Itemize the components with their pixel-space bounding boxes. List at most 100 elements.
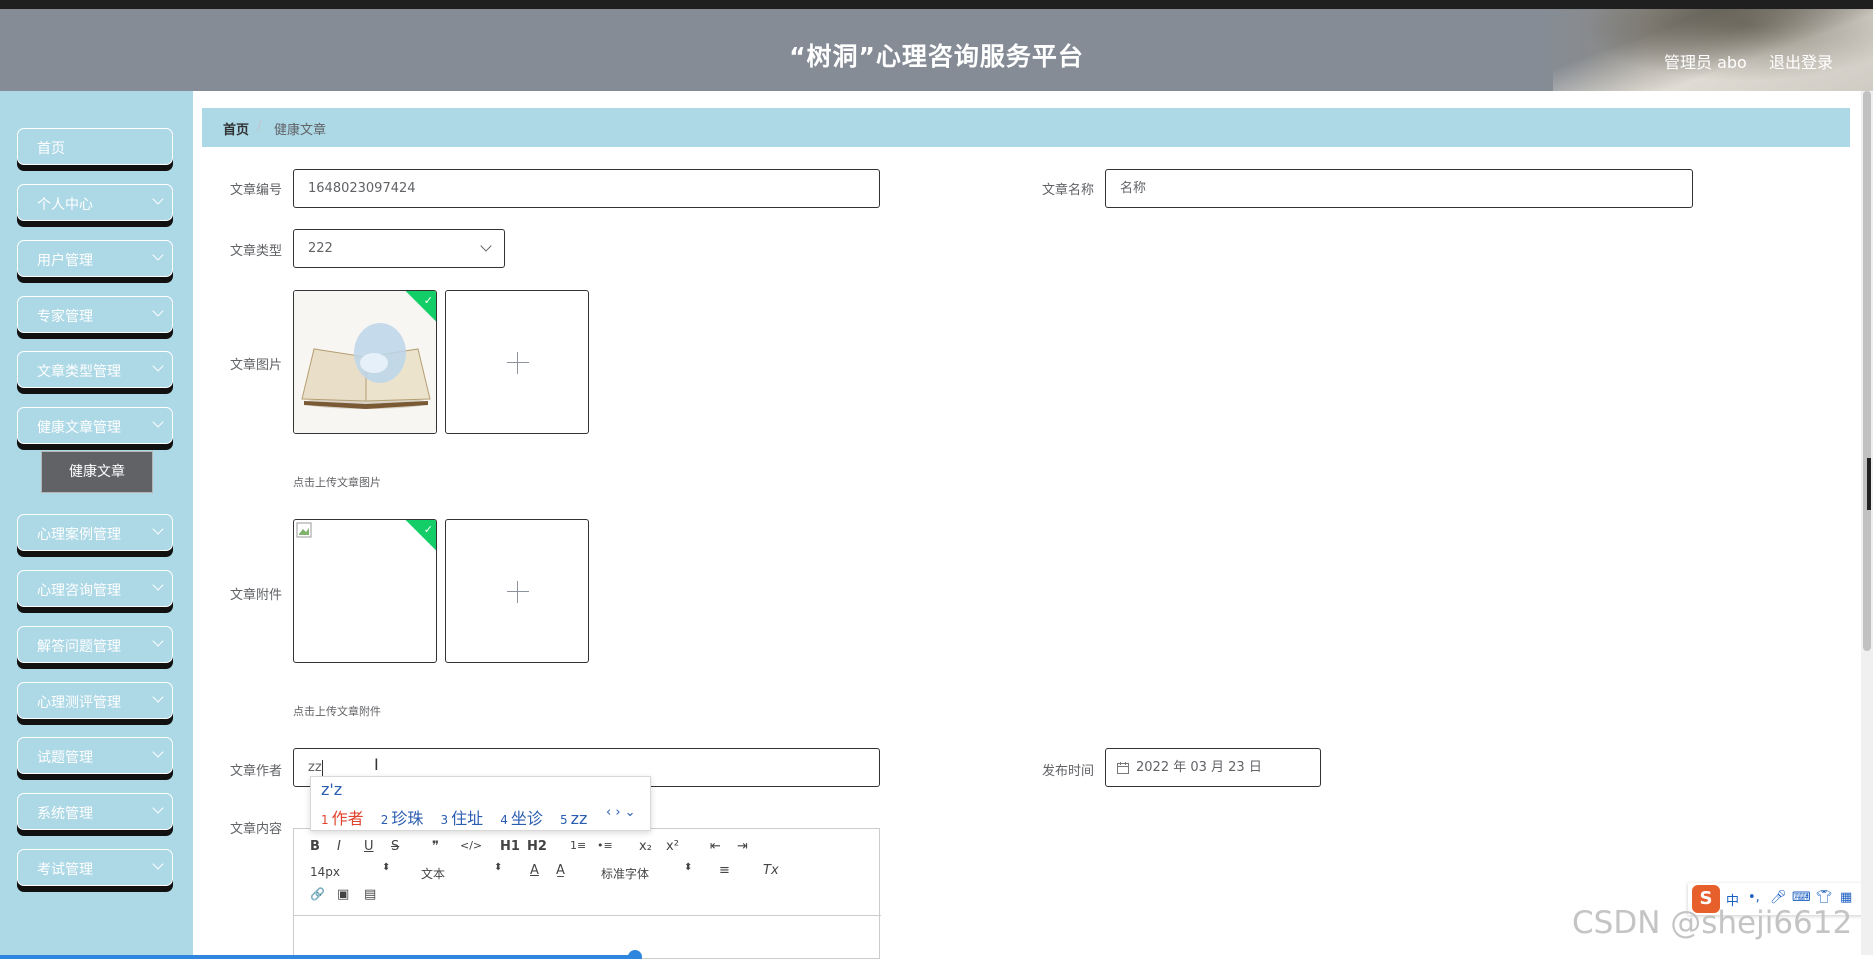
- submenu-health-article[interactable]: 健康文章: [41, 451, 153, 493]
- article-type-value: 222: [308, 241, 333, 256]
- article-no-input[interactable]: 1648023097424: [293, 169, 880, 208]
- underline-button[interactable]: U: [364, 839, 374, 854]
- article-no-value: 1648023097424: [308, 181, 416, 196]
- menu-system-management[interactable]: 系统管理: [17, 793, 173, 830]
- background-color-button[interactable]: A̲: [556, 863, 565, 878]
- article-name-placeholder: 名称: [1120, 181, 1147, 196]
- breadcrumb-home[interactable]: 首页: [223, 119, 249, 138]
- text-cursor-icon: I: [374, 755, 379, 774]
- article-name-input[interactable]: 名称: [1105, 169, 1693, 208]
- bold-button[interactable]: B: [310, 839, 320, 854]
- menu-label: 文章类型管理: [37, 364, 121, 380]
- indent-button[interactable]: ⇥: [737, 839, 748, 854]
- ime-candidate[interactable]: 3 住址: [441, 805, 484, 829]
- menu-personal-center[interactable]: 个人中心: [17, 184, 173, 221]
- editor-toolbar: B I U S ❞ </> H1 H2 1≡ •≡ x₂ x² ⇤ ⇥ 14px…: [294, 829, 881, 916]
- outdent-button[interactable]: ⇤: [710, 839, 721, 854]
- publish-time-label: 发布时间: [1041, 764, 1094, 779]
- menu-label: 个人中心: [37, 197, 93, 213]
- chevron-down-icon: [152, 360, 164, 372]
- menu-label: 心理案例管理: [37, 527, 121, 543]
- ordered-list-button[interactable]: 1≡: [570, 839, 586, 852]
- video-button[interactable]: ▤: [364, 887, 376, 902]
- chevron-down-icon: [152, 746, 164, 758]
- page-scrollbar[interactable]: [1861, 91, 1873, 955]
- menu-assessment-management[interactable]: 心理测评管理: [17, 682, 173, 719]
- ime-candidate-popup: z'z 1 作者 2 珍珠 3 住址 4 坐诊 5 zz ‹ › ⌄: [310, 776, 651, 831]
- chevron-down-icon: [152, 858, 164, 870]
- text-caret: [321, 759, 323, 776]
- image-button[interactable]: ▣: [337, 887, 349, 902]
- chevron-down-icon: [152, 579, 164, 591]
- top-strip: [0, 0, 1873, 9]
- text-style-select[interactable]: 文本: [421, 865, 445, 882]
- logout-link[interactable]: 退出登录: [1769, 49, 1833, 73]
- chevron-down-icon: [152, 802, 164, 814]
- clear-format-button[interactable]: Tx: [763, 863, 779, 878]
- ime-candidate[interactable]: 4 坐诊: [500, 805, 543, 829]
- article-type-select[interactable]: 222: [293, 229, 505, 268]
- user-label: 管理员 abo: [1664, 53, 1747, 72]
- article-image-hint: 点击上传文章图片: [293, 476, 381, 489]
- code-block-button[interactable]: </>: [460, 839, 482, 852]
- chevron-down-icon: [152, 305, 164, 317]
- loading-progress-bar: [0, 955, 636, 959]
- blockquote-button[interactable]: ❞: [432, 839, 439, 854]
- ime-candidate[interactable]: 5 zz: [560, 809, 587, 828]
- chevron-down-icon: [152, 635, 164, 647]
- punctuation-icon[interactable]: •,: [1748, 890, 1760, 905]
- menu-label: 系统管理: [37, 806, 93, 822]
- scroll-indicator: [1867, 458, 1871, 510]
- ime-page-nav-icons[interactable]: ‹ › ⌄: [606, 805, 636, 820]
- menu-health-article-management[interactable]: 健康文章管理: [17, 407, 173, 444]
- microphone-icon[interactable]: 🎤︎: [1770, 890, 1787, 905]
- calendar-icon: [1117, 762, 1129, 774]
- h2-button[interactable]: H2: [527, 839, 547, 854]
- article-attach-label: 文章附件: [229, 588, 282, 603]
- menu-label: 考试管理: [37, 862, 93, 878]
- ime-candidate[interactable]: 2 珍珠: [381, 805, 424, 829]
- superscript-button[interactable]: x²: [666, 839, 679, 854]
- menu-answer-management[interactable]: 解答问题管理: [17, 626, 173, 663]
- menu-expert-management[interactable]: 专家管理: [17, 296, 173, 333]
- font-color-button[interactable]: A: [530, 863, 539, 878]
- strike-button[interactable]: S: [391, 839, 399, 854]
- article-attach-thumbnail[interactable]: ✓: [293, 519, 437, 663]
- menu-home[interactable]: 首页: [17, 128, 173, 165]
- menu-label: 用户管理: [37, 253, 93, 269]
- skin-icon[interactable]: 👕︎: [1816, 890, 1833, 905]
- keyboard-icon[interactable]: ⌨: [1792, 890, 1811, 905]
- article-image-thumbnail[interactable]: ✓: [293, 290, 437, 434]
- scrollbar-thumb[interactable]: [1863, 91, 1871, 651]
- plus-icon-vertical: [517, 352, 518, 374]
- font-family-select[interactable]: 标准字体: [601, 865, 649, 882]
- watermark: CSDN @sheji6612: [1572, 905, 1853, 941]
- font-size-select[interactable]: 14px: [310, 865, 340, 879]
- subscript-button[interactable]: x₂: [639, 839, 652, 854]
- align-button[interactable]: ≡: [719, 863, 730, 878]
- menu-consult-management[interactable]: 心理咨询管理: [17, 570, 173, 607]
- menu-article-type-management[interactable]: 文章类型管理: [17, 351, 173, 388]
- article-attach-upload-button[interactable]: [445, 519, 589, 663]
- chevron-down-icon: [152, 249, 164, 261]
- publish-time-input[interactable]: 2022 年 03 月 23 日: [1105, 748, 1321, 787]
- bullet-list-button[interactable]: •≡: [597, 839, 613, 852]
- menu-label: 心理测评管理: [37, 695, 121, 711]
- menu-case-management[interactable]: 心理案例管理: [17, 514, 173, 551]
- menu-exam-management[interactable]: 考试管理: [17, 849, 173, 886]
- header: “树洞”心理咨询服务平台 管理员 abo 退出登录: [0, 9, 1873, 91]
- article-image-upload-button[interactable]: [445, 290, 589, 434]
- menu-label: 健康文章管理: [37, 420, 121, 436]
- ime-candidate[interactable]: 1 作者: [321, 805, 364, 829]
- publish-time-value: 2022 年 03 月 23 日: [1136, 760, 1262, 775]
- h1-button[interactable]: H1: [500, 839, 520, 854]
- ime-candidate-row: 1 作者 2 珍珠 3 住址 4 坐诊 5 zz: [321, 805, 599, 829]
- toolbox-icon[interactable]: ▦: [1840, 890, 1852, 905]
- menu-user-management[interactable]: 用户管理: [17, 240, 173, 277]
- rich-text-editor[interactable]: B I U S ❞ </> H1 H2 1≡ •≡ x₂ x² ⇤ ⇥ 14px…: [293, 828, 881, 959]
- menu-question-management[interactable]: 试题管理: [17, 737, 173, 774]
- author-value: zz: [308, 760, 322, 775]
- link-button[interactable]: 🔗: [310, 887, 325, 901]
- italic-button[interactable]: I: [337, 839, 341, 854]
- check-icon: ✓: [423, 523, 433, 536]
